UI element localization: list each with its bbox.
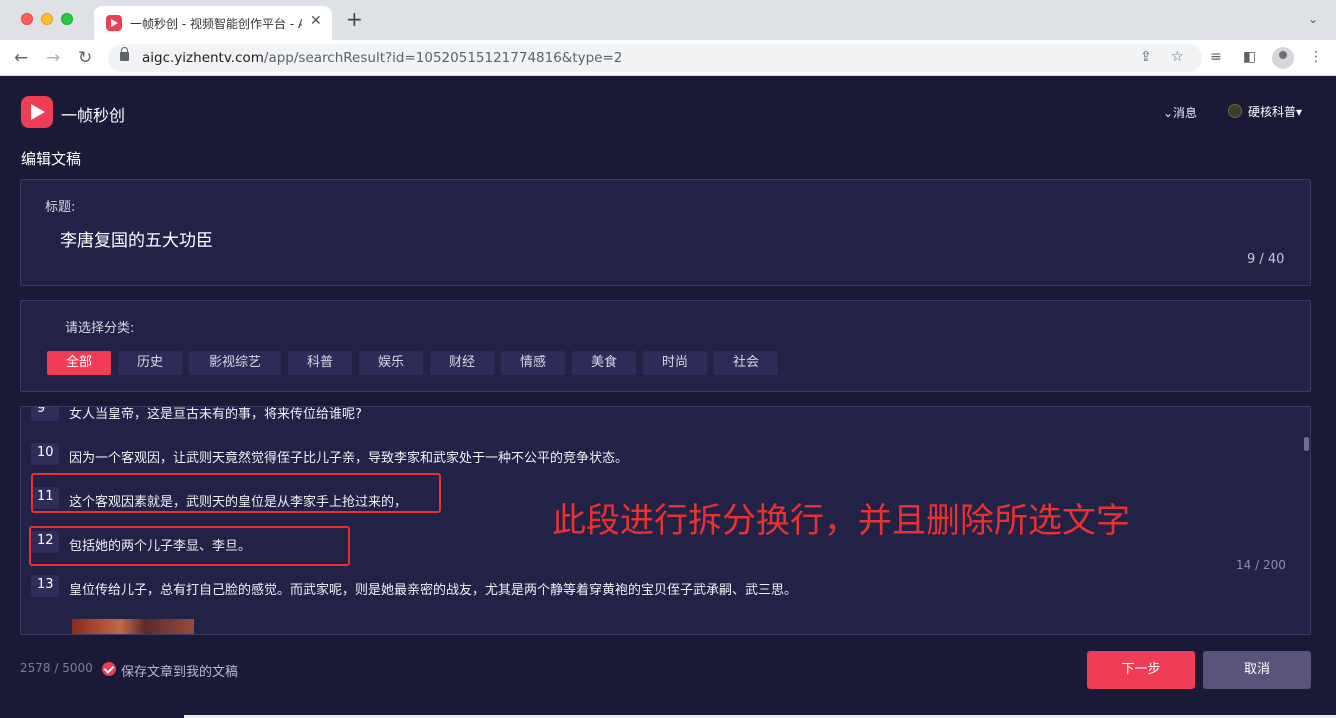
reading-list-icon[interactable]: ≡ <box>1210 49 1222 65</box>
category-chip-fashion[interactable]: 时尚 <box>643 351 707 375</box>
tab-search-icon[interactable]: ⌄ <box>1308 12 1318 26</box>
next-step-button[interactable]: 下一步 <box>1087 651 1195 689</box>
checkbox-checked-icon[interactable] <box>102 662 116 676</box>
user-menu[interactable]: 硬核科普▾ <box>1248 103 1302 120</box>
editor-scrollbar[interactable] <box>1304 437 1309 451</box>
browser-toolbar: ← → ↻ aigc.yizhentv.com/app/searchResult… <box>0 40 1336 76</box>
profile-avatar-icon[interactable] <box>1272 47 1294 69</box>
messages-menu[interactable]: ⌄消息 <box>1163 104 1197 121</box>
category-chip-science[interactable]: 科普 <box>288 351 352 375</box>
bookmark-star-icon[interactable]: ☆ <box>1171 49 1184 65</box>
address-bar[interactable]: aigc.yizhentv.com/app/searchResult?id=10… <box>108 44 1202 72</box>
category-chip-food[interactable]: 美食 <box>572 351 636 375</box>
close-window-button[interactable] <box>21 13 33 25</box>
category-chip-finance[interactable]: 财经 <box>430 351 494 375</box>
title-char-count: 9 / 40 <box>1247 252 1285 267</box>
paragraph-thumbnail-image[interactable] <box>72 619 194 634</box>
browser-tab[interactable]: 一帧秒创 - 视频智能创作平台 - A ✕ <box>94 6 332 40</box>
highlight-box <box>31 473 441 513</box>
tab-close-icon[interactable]: ✕ <box>310 13 322 29</box>
category-label: 请选择分类: <box>65 321 135 336</box>
highlight-box <box>29 526 350 566</box>
minimize-window-button[interactable] <box>41 13 53 25</box>
reload-icon[interactable]: ↻ <box>78 48 92 68</box>
save-to-drafts-label[interactable]: 保存文章到我的文稿 <box>121 661 238 680</box>
paragraph-number: 10 <box>31 443 59 465</box>
browser-tab-bar: 一帧秒创 - 视频智能创作平台 - A ✕ + ⌄ <box>0 0 1336 40</box>
total-word-count: 2578 / 5000 <box>20 661 93 675</box>
category-chip-film[interactable]: 影视综艺 <box>189 351 281 375</box>
share-icon[interactable]: ⇪ <box>1140 49 1152 65</box>
paragraph-number: 13 <box>31 575 59 597</box>
page-title: 编辑文稿 <box>21 150 82 168</box>
app-root: 一帧秒创 ⌄消息 硬核科普▾ 编辑文稿 标题: 李唐复国的五大功臣 9 / 40… <box>0 77 1336 718</box>
category-chip-all[interactable]: 全部 <box>47 351 111 375</box>
brand-name[interactable]: 一帧秒创 <box>61 102 125 126</box>
paragraph-text[interactable]: 皇位传给儿子，总有打自己脸的感觉。而武家呢，则是她最亲密的战友，尤其是两个静等着… <box>69 579 797 598</box>
forward-icon[interactable]: → <box>46 48 60 68</box>
paragraph-number: 9 <box>31 407 59 421</box>
category-chip-emotion[interactable]: 情感 <box>501 351 565 375</box>
tab-title: 一帧秒创 - 视频智能创作平台 - A <box>130 17 302 31</box>
paragraph-text[interactable]: 女人当皇帝，这是亘古未有的事，将来传位给谁呢? <box>69 407 362 422</box>
category-chip-entertainment[interactable]: 娱乐 <box>359 351 423 375</box>
browser-menu-icon[interactable]: ⋮ <box>1309 49 1323 65</box>
category-chip-society[interactable]: 社会 <box>714 351 778 375</box>
cancel-button[interactable]: 取消 <box>1203 651 1311 689</box>
annotation-text: 此段进行拆分换行，并且删除所选文字 <box>552 501 1130 541</box>
category-chip-history[interactable]: 历史 <box>118 351 182 375</box>
lock-icon <box>120 47 129 61</box>
new-tab-button[interactable]: + <box>346 9 363 29</box>
url-text: aigc.yizhentv.com/app/searchResult?id=10… <box>142 50 623 66</box>
maximize-window-button[interactable] <box>61 13 73 25</box>
category-panel: 请选择分类: 全部 历史 影视综艺 科普 娱乐 财经 情感 美食 时尚 社会 <box>20 300 1311 392</box>
title-label: 标题: <box>45 200 76 215</box>
user-avatar[interactable] <box>1228 104 1242 118</box>
brand-logo-icon[interactable] <box>21 96 53 128</box>
favicon-icon <box>106 15 122 31</box>
title-input[interactable]: 李唐复国的五大功臣 <box>60 226 213 251</box>
paragraph-text[interactable]: 因为一个客观因，让武则天竟然觉得侄子比儿子亲，导致李家和武家处于一种不公平的竞争… <box>69 447 628 466</box>
back-icon[interactable]: ← <box>14 48 28 68</box>
side-panel-icon[interactable]: ◧ <box>1243 49 1256 65</box>
paragraph-char-count: 14 / 200 <box>1236 558 1286 572</box>
title-panel: 标题: 李唐复国的五大功臣 9 / 40 <box>20 179 1311 286</box>
